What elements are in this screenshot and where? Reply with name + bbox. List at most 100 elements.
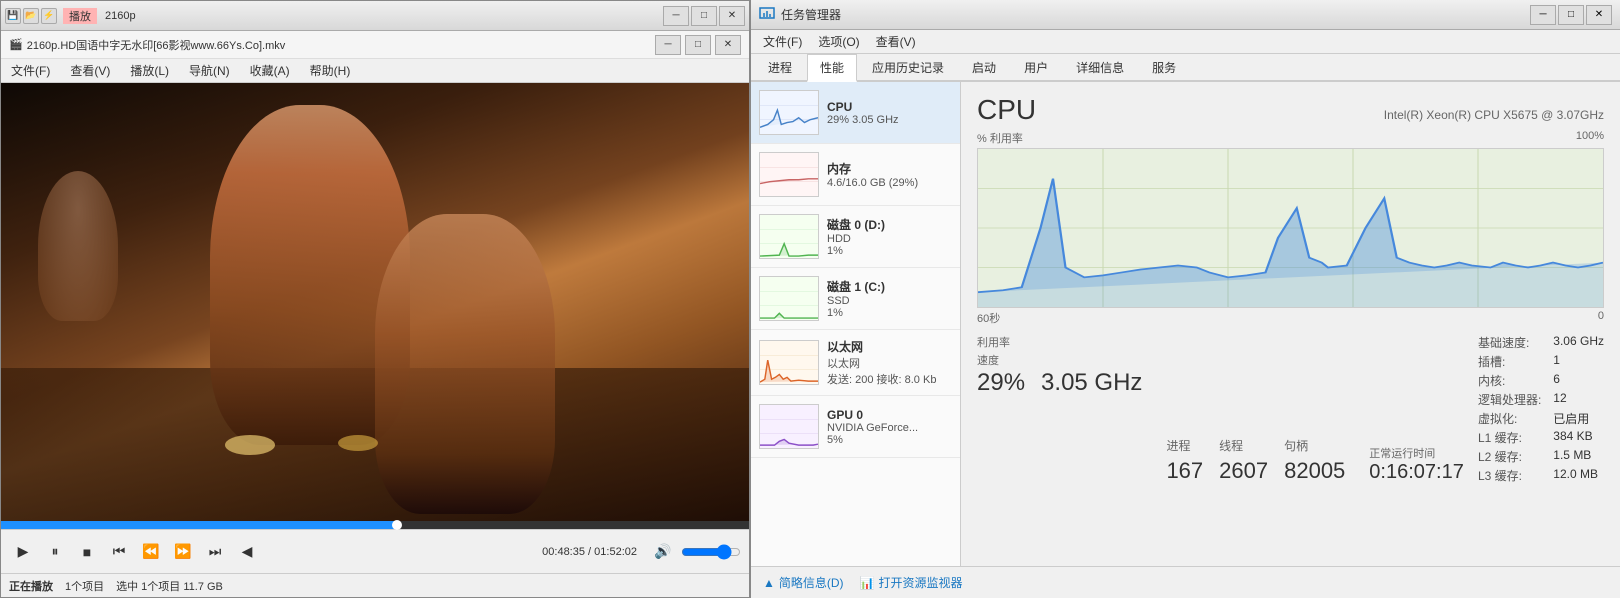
- disk1-mini-chart: [759, 276, 819, 321]
- minimize-button[interactable]: ─: [663, 6, 689, 26]
- resource-monitor-text[interactable]: 打开资源监视器: [879, 574, 963, 591]
- media-menu-bar: 文件(F) 查看(V) 播放(L) 导航(N) 收藏(A) 帮助(H): [1, 59, 749, 83]
- controls-bar: ▶ ⏸ ■ ⏮ ⏪ ⏩ ⏭ ◀ 00:48:35 / 01:52:02 🔊: [1, 529, 749, 573]
- video-canvas: [1, 83, 749, 521]
- tm-win-controls: ─ □ ✕: [1530, 5, 1612, 25]
- tab-app-history[interactable]: 应用历史记录: [859, 54, 957, 80]
- time-display: 00:48:35 / 01:52:02: [542, 546, 637, 558]
- toolbar-icons: 💾 📂 ⚡: [5, 8, 57, 24]
- primary-values: 29% 3.05 GHz: [977, 370, 1142, 396]
- toolbar-icon-2[interactable]: 📂: [23, 8, 39, 24]
- thread-label: 线程: [1219, 437, 1268, 454]
- tab-process[interactable]: 进程: [755, 54, 805, 80]
- summary-link[interactable]: ▲ 简略信息(D): [763, 574, 844, 591]
- memory-sidebar-info: 内存 4.6/16.0 GB (29%): [827, 160, 952, 189]
- cpu-sidebar-name: CPU: [827, 100, 952, 114]
- menu-nav[interactable]: 导航(N): [183, 60, 236, 81]
- menu-fav[interactable]: 收藏(A): [244, 60, 296, 81]
- gpu-sidebar-sub: NVIDIA GeForce...: [827, 422, 952, 434]
- sidebar-item-ethernet[interactable]: 以太网 以太网 发送: 200 接收: 8.0 Kb: [751, 330, 960, 396]
- tm-maximize[interactable]: □: [1558, 5, 1584, 25]
- tab-services[interactable]: 服务: [1139, 54, 1189, 80]
- maximize-button[interactable]: □: [691, 6, 717, 26]
- next-button[interactable]: ⏭: [201, 538, 229, 566]
- tm-title-text: 任务管理器: [781, 6, 1530, 23]
- memory-sidebar-sub: 4.6/16.0 GB (29%): [827, 177, 952, 189]
- time-current: 00:48:35: [542, 546, 585, 558]
- base-speed-value: 3.06 GHz: [1553, 334, 1604, 351]
- disk0-sidebar-name: 磁盘 0 (D:): [827, 216, 952, 233]
- progress-thumb[interactable]: [392, 520, 402, 530]
- sidebar-item-disk0[interactable]: 磁盘 0 (D:) HDD 1%: [751, 206, 960, 268]
- tab-users[interactable]: 用户: [1011, 54, 1061, 80]
- graph-time-right: 0: [1598, 310, 1604, 326]
- stop-button[interactable]: ■: [73, 538, 101, 566]
- handle-label: 句柄: [1284, 437, 1345, 454]
- cpu-graph: [977, 148, 1604, 308]
- volume-slider[interactable]: [681, 544, 741, 560]
- tab-details[interactable]: 详细信息: [1063, 54, 1137, 80]
- cpu-sidebar-sub: 29% 3.05 GHz: [827, 114, 952, 126]
- menu-file[interactable]: 文件(F): [5, 60, 56, 81]
- summary-link-text[interactable]: 简略信息(D): [779, 574, 844, 591]
- tab-performance[interactable]: 性能: [807, 54, 857, 82]
- status-playing: 正在播放: [9, 578, 53, 594]
- tm-menu-file[interactable]: 文件(F): [755, 31, 810, 52]
- virtualization-value: 已启用: [1553, 410, 1604, 427]
- menu-help[interactable]: 帮助(H): [304, 60, 357, 81]
- video-area[interactable]: [1, 83, 749, 521]
- play-button[interactable]: ▶: [9, 538, 37, 566]
- person-bg-left: [38, 171, 118, 321]
- ethernet-sidebar-name: 以太网: [827, 338, 952, 355]
- file-title: 2160p.HD国语中字无水印[66影视www.66Ys.Co].mkv: [27, 37, 286, 53]
- close-button[interactable]: ✕: [719, 6, 745, 26]
- l1-value: 384 KB: [1553, 429, 1604, 446]
- prev-button[interactable]: ⏮: [105, 538, 133, 566]
- cpu-details: 基础速度: 3.06 GHz 插槽: 1 内核: 6 逻辑处理器: 12 虚拟化…: [1478, 334, 1604, 484]
- tm-menu-view[interactable]: 查看(V): [868, 31, 924, 52]
- process-thread-handle: 进程 线程 句柄 167 2607 82005: [1166, 437, 1345, 484]
- menu-view[interactable]: 查看(V): [64, 60, 116, 81]
- tm-app-icon: [759, 7, 775, 23]
- tm-close[interactable]: ✕: [1586, 5, 1612, 25]
- tm-sidebar: CPU 29% 3.05 GHz 内存 4.6/16.0 GB (29%): [751, 82, 961, 566]
- utilization-label: 利用率: [977, 334, 1142, 350]
- tm-minimize[interactable]: ─: [1530, 5, 1556, 25]
- disk0-mini-chart: [759, 214, 819, 259]
- sidebar-item-memory[interactable]: 内存 4.6/16.0 GB (29%): [751, 144, 960, 206]
- tab-startup[interactable]: 启动: [959, 54, 1009, 80]
- graph-time-left: 60秒: [977, 310, 1000, 326]
- fast-forward-button[interactable]: ⏩: [169, 538, 197, 566]
- frame-back-button[interactable]: ◀: [233, 538, 261, 566]
- resource-monitor-link[interactable]: 📊 打开资源监视器: [860, 574, 963, 591]
- graph-label-right: 100%: [1576, 130, 1604, 146]
- person-right: [375, 214, 555, 514]
- tm-tabs: 进程 性能 应用历史记录 启动 用户 详细信息 服务: [751, 54, 1620, 82]
- file-maximize[interactable]: □: [685, 35, 711, 55]
- cpu-panel-title: CPU: [977, 94, 1036, 126]
- graph-labels: % 利用率 100%: [977, 130, 1604, 146]
- tm-menu-options[interactable]: 选项(O): [810, 31, 867, 52]
- cpu-sidebar-info: CPU 29% 3.05 GHz: [827, 100, 952, 126]
- ethernet-mini-chart: [759, 340, 819, 385]
- file-title-controls: ─ □ ✕: [655, 35, 741, 55]
- ethernet-sidebar-info: 以太网 以太网 发送: 200 接收: 8.0 Kb: [827, 338, 952, 387]
- thread-value: 2607: [1219, 458, 1268, 484]
- toolbar-icon-1[interactable]: 💾: [5, 8, 21, 24]
- toolbar-icon-3[interactable]: ⚡: [41, 8, 57, 24]
- speed-label: 速度: [977, 352, 1142, 368]
- uptime-label: 正常运行时间: [1369, 445, 1464, 461]
- pause-button[interactable]: ⏸: [41, 538, 69, 566]
- rewind-button[interactable]: ⏪: [137, 538, 165, 566]
- file-close[interactable]: ✕: [715, 35, 741, 55]
- file-minimize[interactable]: ─: [655, 35, 681, 55]
- volume-button[interactable]: 🔊: [649, 538, 677, 566]
- l1-label: L1 缓存:: [1478, 429, 1541, 446]
- progress-bar-area[interactable]: [1, 521, 749, 529]
- sidebar-item-cpu[interactable]: CPU 29% 3.05 GHz: [751, 82, 960, 144]
- menu-play[interactable]: 播放(L): [124, 60, 175, 81]
- socket-value: 1: [1553, 353, 1604, 370]
- sidebar-item-disk1[interactable]: 磁盘 1 (C:) SSD 1%: [751, 268, 960, 330]
- core-label: 内核:: [1478, 372, 1541, 389]
- sidebar-item-gpu[interactable]: GPU 0 NVIDIA GeForce... 5%: [751, 396, 960, 458]
